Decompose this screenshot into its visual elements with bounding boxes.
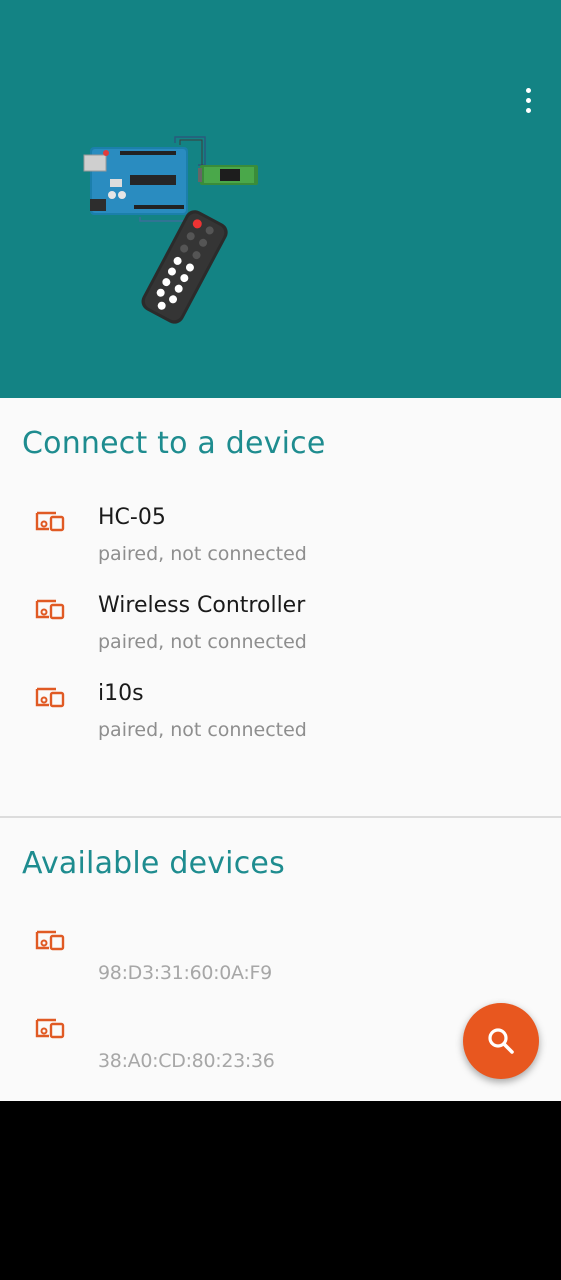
bluetooth-device-icon	[35, 511, 65, 532]
device-address: 98:D3:31:60:0A:F9	[98, 962, 272, 984]
overflow-menu-icon[interactable]	[508, 82, 548, 118]
device-name: Wireless Controller	[98, 593, 306, 618]
device-name: HC-05	[98, 505, 166, 530]
paired-device-hc05[interactable]: HC-05 paired, not connected	[0, 505, 561, 593]
available-device-1[interactable]: 98:D3:31:60:0A:F9	[0, 928, 561, 1012]
bottom-black-area	[0, 1101, 561, 1280]
bluetooth-device-icon	[35, 687, 65, 708]
paired-device-wireless-controller[interactable]: Wireless Controller paired, not connecte…	[0, 593, 561, 681]
paired-section-title: Connect to a device	[22, 426, 326, 461]
app-header	[0, 0, 561, 398]
bluetooth-device-icon	[35, 1018, 65, 1039]
device-status: paired, not connected	[98, 719, 307, 741]
bluetooth-device-icon	[35, 930, 65, 951]
device-status: paired, not connected	[98, 631, 307, 653]
scan-fab-button[interactable]	[463, 1003, 539, 1079]
section-divider	[0, 816, 561, 818]
device-status: paired, not connected	[98, 543, 307, 565]
device-list-panel: Connect to a device HC-05 paired, not co…	[0, 398, 561, 1101]
device-name: i10s	[98, 681, 144, 706]
device-address: 38:A0:CD:80:23:36	[98, 1050, 275, 1072]
bluetooth-device-icon	[35, 599, 65, 620]
search-icon	[488, 1028, 514, 1054]
available-section-title: Available devices	[22, 846, 285, 881]
arduino-bluetooth-remote-illustration	[83, 136, 258, 324]
paired-device-i10s[interactable]: i10s paired, not connected	[0, 681, 561, 769]
